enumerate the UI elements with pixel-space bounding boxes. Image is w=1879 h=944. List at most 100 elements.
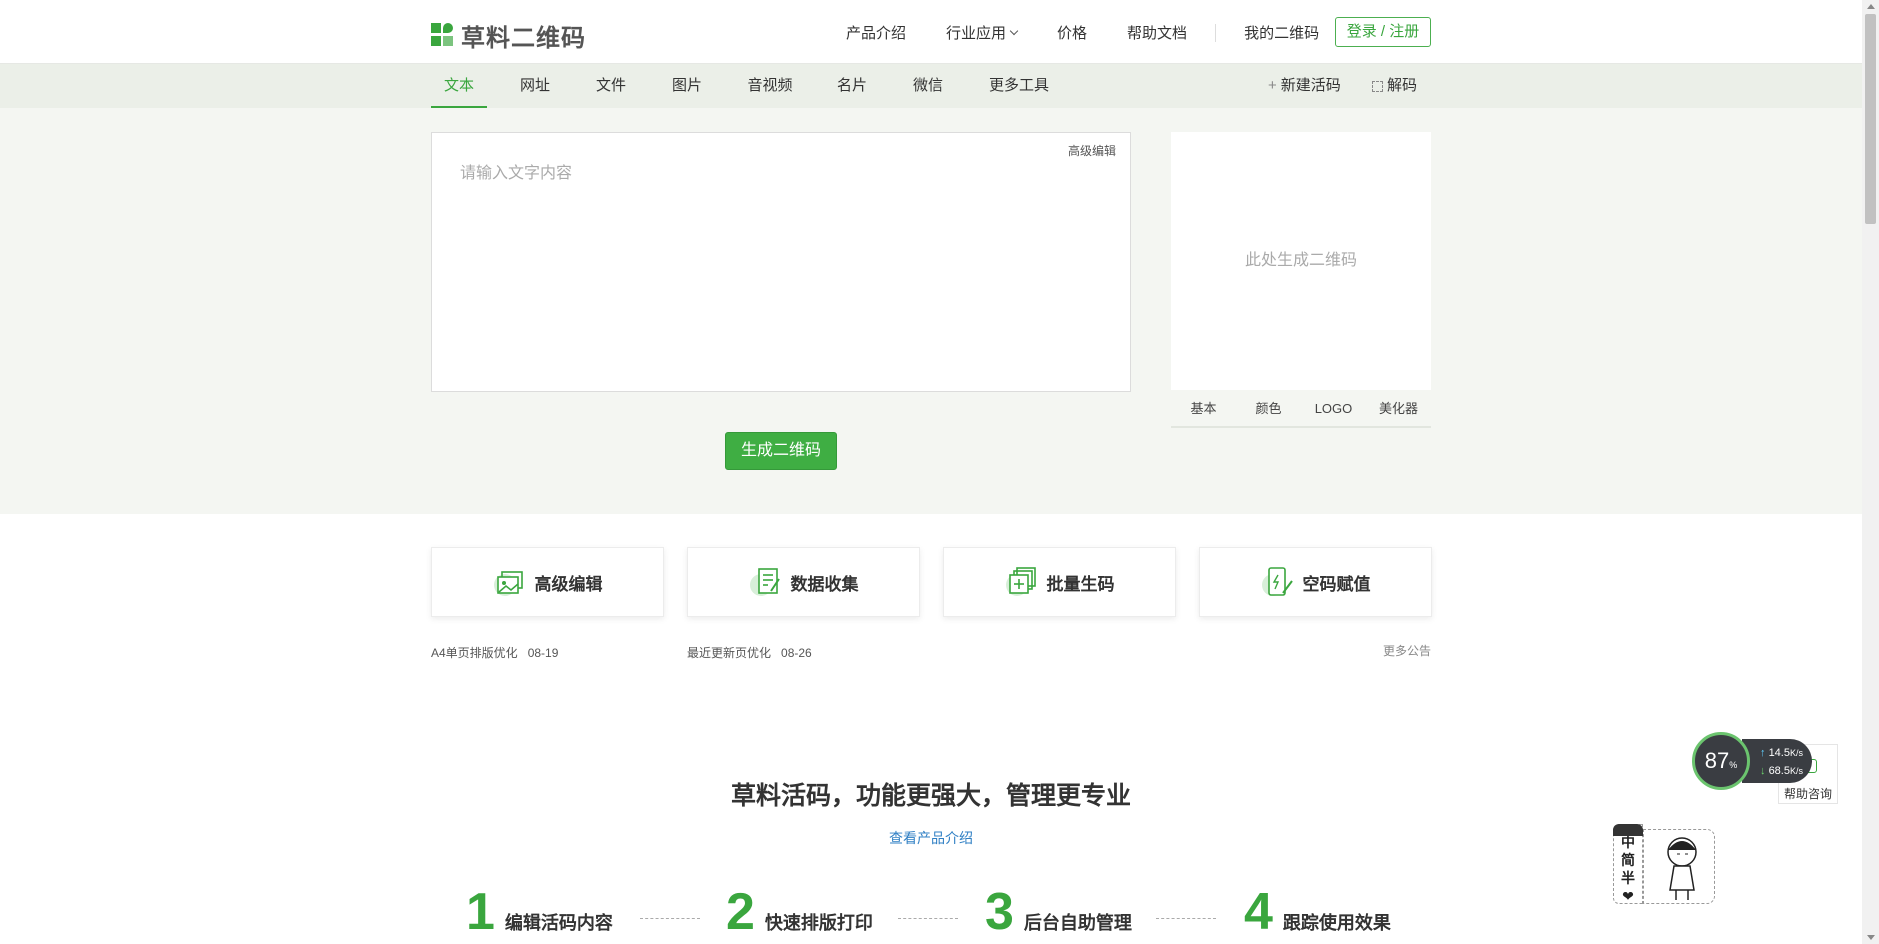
upload-speed: 14.5 (1768, 747, 1790, 759)
step-label: 跟踪使用效果 (1282, 913, 1391, 933)
notice-date: 08-26 (781, 646, 812, 660)
scan-icon (1372, 80, 1383, 92)
feature-label: 批量生码 (1046, 574, 1115, 594)
step-number: 2 (726, 883, 755, 941)
download-arrow-icon: ↓ (1760, 765, 1766, 777)
step-1: 1 编辑活码内容 (466, 882, 613, 942)
page-scrollbar[interactable] (1862, 0, 1879, 944)
tab-more-tools[interactable]: 更多工具 (984, 64, 1054, 108)
sub-nav: 文本 网址 文件 图片 音视频 名片 微信 更多工具 + 新建活码 解码 (0, 64, 1862, 108)
speed-unit: K/s (1789, 766, 1803, 776)
usage-ring: 87% (1692, 732, 1750, 790)
tab-audio-video[interactable]: 音视频 (740, 64, 800, 108)
download-speed: 68.5 (1768, 765, 1790, 777)
tab-business-card[interactable]: 名片 (826, 64, 878, 108)
notice-item[interactable]: 最近更新页优化 08-26 (687, 644, 812, 661)
advanced-edit-link[interactable]: 高级编辑 (1068, 142, 1116, 159)
logo-text: 草料二维码 (461, 25, 586, 52)
ime-widget[interactable]: 中 简 半 ❤ (1613, 824, 1715, 904)
view-product-intro-link[interactable]: 查看产品介绍 (889, 830, 973, 846)
step-3: 3 后台自助管理 (985, 882, 1132, 942)
step-label: 编辑活码内容 (504, 913, 613, 933)
decode-button[interactable]: 解码 (1372, 64, 1417, 108)
upload-arrow-icon: ↑ (1760, 747, 1766, 759)
text-editor: 高级编辑 (431, 132, 1131, 392)
new-live-code-label: 新建活码 (1280, 77, 1341, 94)
step-4: 4 跟踪使用效果 (1244, 882, 1391, 942)
nav-pricing[interactable]: 价格 (1057, 22, 1087, 43)
batch-add-icon (1005, 565, 1039, 599)
feature-advanced-edit[interactable]: 高级编辑 (431, 547, 664, 617)
step-divider (898, 918, 958, 919)
text-content-input[interactable] (432, 133, 1130, 391)
nav-label: 产品介绍 (846, 25, 907, 42)
speed-readout: ↑ 14.5K/s ↓ 68.5K/s (1742, 739, 1812, 783)
notice-date: 08-19 (527, 646, 559, 660)
qr-tab-color[interactable]: 颜色 (1236, 390, 1301, 426)
qr-tab-beautifier[interactable]: 美化器 (1366, 390, 1431, 426)
login-register-button[interactable]: 登录 / 注册 (1335, 17, 1431, 47)
notice-item[interactable]: A4单页排版优化 08-19 (431, 644, 558, 661)
nav-label: 行业应用 (946, 25, 1007, 42)
step-divider (1156, 918, 1216, 919)
phone-assign-icon (1261, 565, 1295, 599)
more-notices-link[interactable]: 更多公告 (1383, 642, 1431, 659)
nav-help-docs[interactable]: 帮助文档 (1127, 22, 1187, 43)
generator-area: 高级编辑 生成二维码 此处生成二维码 基本 颜色 LOGO 美化器 (0, 108, 1862, 514)
tab-file[interactable]: 文件 (583, 64, 639, 108)
feature-label: 数据收集 (790, 574, 859, 594)
section-headline: 草料活码，功能更强大，管理更专业 (730, 782, 1131, 810)
image-edit-icon (493, 565, 527, 599)
ime-mode-halfwidth[interactable]: 半 (1614, 869, 1642, 887)
notice-text: A4单页排版优化 (431, 646, 518, 660)
form-edit-icon (749, 565, 783, 599)
nav-product-intro[interactable]: 产品介绍 (846, 22, 906, 43)
top-header: 草料二维码 产品介绍 行业应用 价格 帮助文档 我的二维码 登录 / 注册 (0, 0, 1862, 64)
tab-text[interactable]: 文本 (431, 64, 487, 108)
usage-percent: 87 (1704, 748, 1730, 773)
qr-tab-logo[interactable]: LOGO (1301, 390, 1366, 426)
ime-mascot-icon (1643, 829, 1715, 904)
tab-url[interactable]: 网址 (507, 64, 563, 108)
nav-divider (1215, 23, 1217, 42)
feature-batch-generate[interactable]: 批量生码 (943, 547, 1176, 617)
step-number: 1 (466, 883, 495, 941)
nav-label: 帮助文档 (1127, 25, 1188, 42)
ime-heart-icon[interactable]: ❤ (1614, 887, 1642, 905)
step-label: 后台自助管理 (1023, 913, 1132, 933)
ime-status-bar: 中 简 半 ❤ (1613, 824, 1643, 904)
plus-icon: + (1268, 77, 1277, 94)
qr-style-tabs: 基本 颜色 LOGO 美化器 (1171, 390, 1431, 428)
scroll-down-icon[interactable] (1867, 935, 1875, 940)
network-speed-widget[interactable]: ↑ 14.5K/s ↓ 68.5K/s 87% (1692, 732, 1812, 790)
nav-label: 价格 (1057, 25, 1088, 42)
qr-tab-basic[interactable]: 基本 (1171, 390, 1236, 426)
generate-qr-button[interactable]: 生成二维码 (725, 432, 837, 470)
notice-text: 最近更新页优化 (687, 646, 772, 660)
nav-industry[interactable]: 行业应用 (946, 22, 1019, 43)
feature-label: 高级编辑 (534, 574, 603, 594)
tab-wechat[interactable]: 微信 (902, 64, 954, 108)
logo-mark-icon (431, 22, 455, 49)
tab-image[interactable]: 图片 (659, 64, 715, 108)
scrollbar-thumb[interactable] (1865, 14, 1876, 224)
step-number: 4 (1244, 883, 1273, 941)
site-logo[interactable]: 草料二维码 (431, 18, 586, 53)
nav-label: 我的二维码 (1244, 25, 1320, 42)
step-label: 快速排版打印 (764, 913, 873, 933)
qr-preview: 此处生成二维码 (1171, 132, 1431, 390)
feature-data-collection[interactable]: 数据收集 (687, 547, 920, 617)
step-2: 2 快速排版打印 (726, 882, 873, 942)
speed-unit: K/s (1789, 748, 1803, 758)
new-live-code-button[interactable]: + 新建活码 (1268, 64, 1341, 108)
step-number: 3 (985, 883, 1014, 941)
decode-label: 解码 (1387, 77, 1418, 94)
nav-my-qrcodes[interactable]: 我的二维码 (1244, 22, 1319, 43)
top-nav: 产品介绍 行业应用 价格 帮助文档 我的二维码 (846, 22, 1359, 43)
ime-mode-simplified[interactable]: 简 (1614, 851, 1642, 869)
chevron-down-icon (1009, 26, 1019, 35)
scroll-up-icon[interactable] (1867, 4, 1875, 9)
feature-empty-code-assign[interactable]: 空码赋值 (1199, 547, 1432, 617)
percent-sign: % (1729, 760, 1738, 770)
step-divider (640, 918, 700, 919)
